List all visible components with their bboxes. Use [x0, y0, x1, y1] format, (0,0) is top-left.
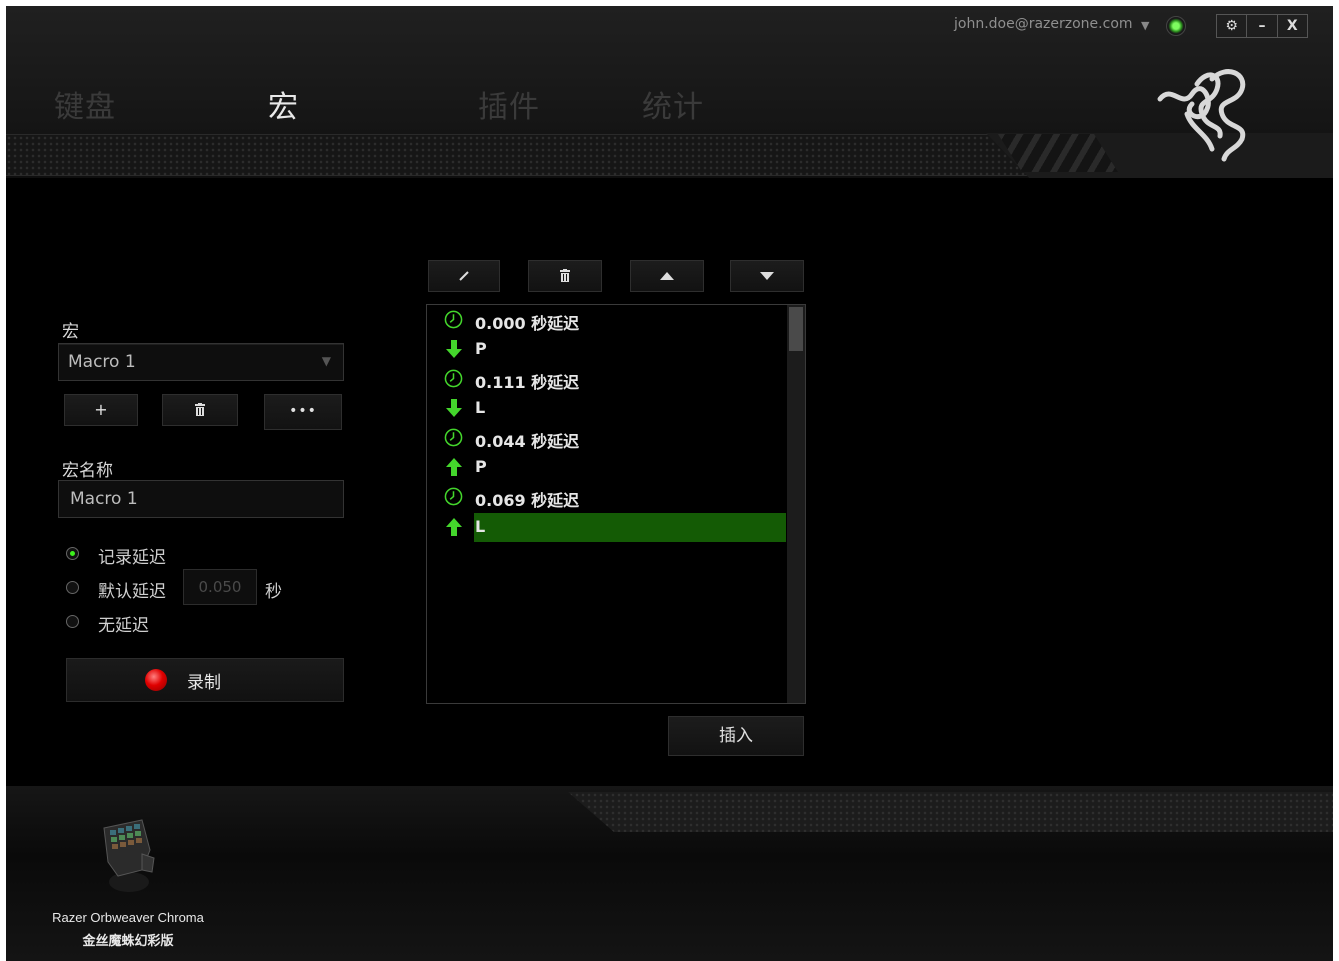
list-item[interactable]: P: [427, 453, 787, 482]
delete-macro-button[interactable]: [162, 394, 238, 426]
device-name-zh: 金丝魔蛛幻彩版: [82, 934, 174, 949]
list-item-text: P: [475, 339, 487, 358]
device-orbweaver-icon[interactable]: [98, 814, 160, 894]
pencil-icon: [459, 271, 469, 281]
key-down-arrow-icon: [446, 340, 462, 358]
list-item[interactable]: 0.069 秒延迟: [427, 483, 787, 512]
record-delay-label: 记录延迟: [98, 548, 166, 568]
no-delay-label: 无延迟: [98, 616, 149, 636]
list-item-text: 0.069 秒延迟: [475, 491, 580, 510]
macro-name-value: Macro 1: [70, 489, 138, 509]
device-name-en: Razer Orbweaver Chroma: [52, 910, 204, 925]
list-item[interactable]: 0.044 秒延迟: [427, 424, 787, 453]
move-up-button[interactable]: [630, 260, 704, 292]
list-item-selected[interactable]: L: [427, 513, 787, 542]
key-down-arrow-icon: [446, 399, 462, 417]
default-delay-input[interactable]: 0.050: [183, 569, 257, 605]
record-button-label: 录制: [187, 673, 221, 693]
clock-icon: [444, 428, 463, 447]
list-item-text: 0.044 秒延迟: [475, 432, 580, 451]
macro-label: 宏: [62, 322, 79, 342]
clock-icon: [444, 369, 463, 388]
macro-name-field[interactable]: Macro 1: [58, 480, 344, 518]
default-delay-radio[interactable]: [66, 581, 79, 594]
account-dropdown-icon[interactable]: ▼: [1141, 19, 1149, 32]
list-item-text: 0.000 秒延迟: [475, 314, 580, 333]
list-item-text: P: [475, 457, 487, 476]
list-item[interactable]: 0.111 秒延迟: [427, 365, 787, 394]
insert-button[interactable]: 插入: [668, 716, 804, 756]
list-item[interactable]: L: [427, 394, 787, 423]
selection-highlight: [474, 513, 786, 542]
delay-unit-label: 秒: [265, 582, 282, 602]
record-button[interactable]: 录制: [66, 658, 344, 702]
list-scrollbar[interactable]: [787, 305, 805, 703]
delete-event-button[interactable]: [528, 260, 602, 292]
list-item-text: L: [475, 517, 486, 536]
settings-button[interactable]: ⚙: [1217, 15, 1248, 37]
record-dot-icon: [145, 669, 167, 691]
list-item[interactable]: 0.000 秒延迟: [427, 306, 787, 335]
add-macro-button[interactable]: +: [64, 394, 138, 426]
list-item-text: 0.111 秒延迟: [475, 373, 580, 392]
macro-name-label: 宏名称: [62, 461, 113, 481]
list-item[interactable]: P: [427, 335, 787, 364]
default-delay-label: 默认延迟: [98, 582, 166, 602]
clock-icon: [444, 487, 463, 506]
trash-icon: [560, 269, 570, 282]
synapse-window: 键盘 宏 插件 统计 john.doe@razerzone.com ▼ ⚙ – …: [6, 6, 1333, 961]
online-status-icon[interactable]: [1166, 16, 1186, 36]
minimize-button[interactable]: –: [1247, 15, 1278, 37]
list-item-text: L: [475, 398, 486, 417]
key-up-arrow-icon: [446, 458, 462, 476]
tab-macro[interactable]: 宏: [268, 82, 299, 126]
tab-keyboard[interactable]: 键盘: [54, 82, 116, 126]
arrow-up-icon: [660, 272, 674, 280]
no-delay-radio[interactable]: [66, 615, 79, 628]
key-up-arrow-icon: [446, 518, 462, 536]
clock-icon: [444, 310, 463, 329]
footer-pattern-band: [568, 792, 1333, 832]
arrow-down-icon: [760, 272, 774, 280]
more-options-button[interactable]: •••: [264, 394, 342, 430]
macro-event-list[interactable]: 0.000 秒延迟 P 0.111 秒延迟 L 0.044 秒延迟 P 0.06…: [426, 304, 806, 704]
tab-stats[interactable]: 统计: [642, 82, 704, 126]
close-button[interactable]: X: [1278, 15, 1307, 37]
razer-logo-icon: [1157, 69, 1246, 162]
edit-event-button[interactable]: [428, 260, 500, 292]
chevron-down-icon: ▼: [321, 354, 331, 368]
macro-select[interactable]: Macro 1 ▼: [58, 343, 344, 381]
account-email[interactable]: john.doe@razerzone.com: [954, 16, 1133, 32]
trash-icon: [195, 403, 205, 416]
window-controls: ⚙ – X: [1216, 14, 1308, 38]
tab-plugins[interactable]: 插件: [478, 82, 540, 126]
macro-select-value: Macro 1: [68, 352, 136, 372]
move-down-button[interactable]: [730, 260, 804, 292]
scrollbar-thumb[interactable]: [789, 307, 803, 351]
record-delay-radio[interactable]: [66, 547, 79, 560]
